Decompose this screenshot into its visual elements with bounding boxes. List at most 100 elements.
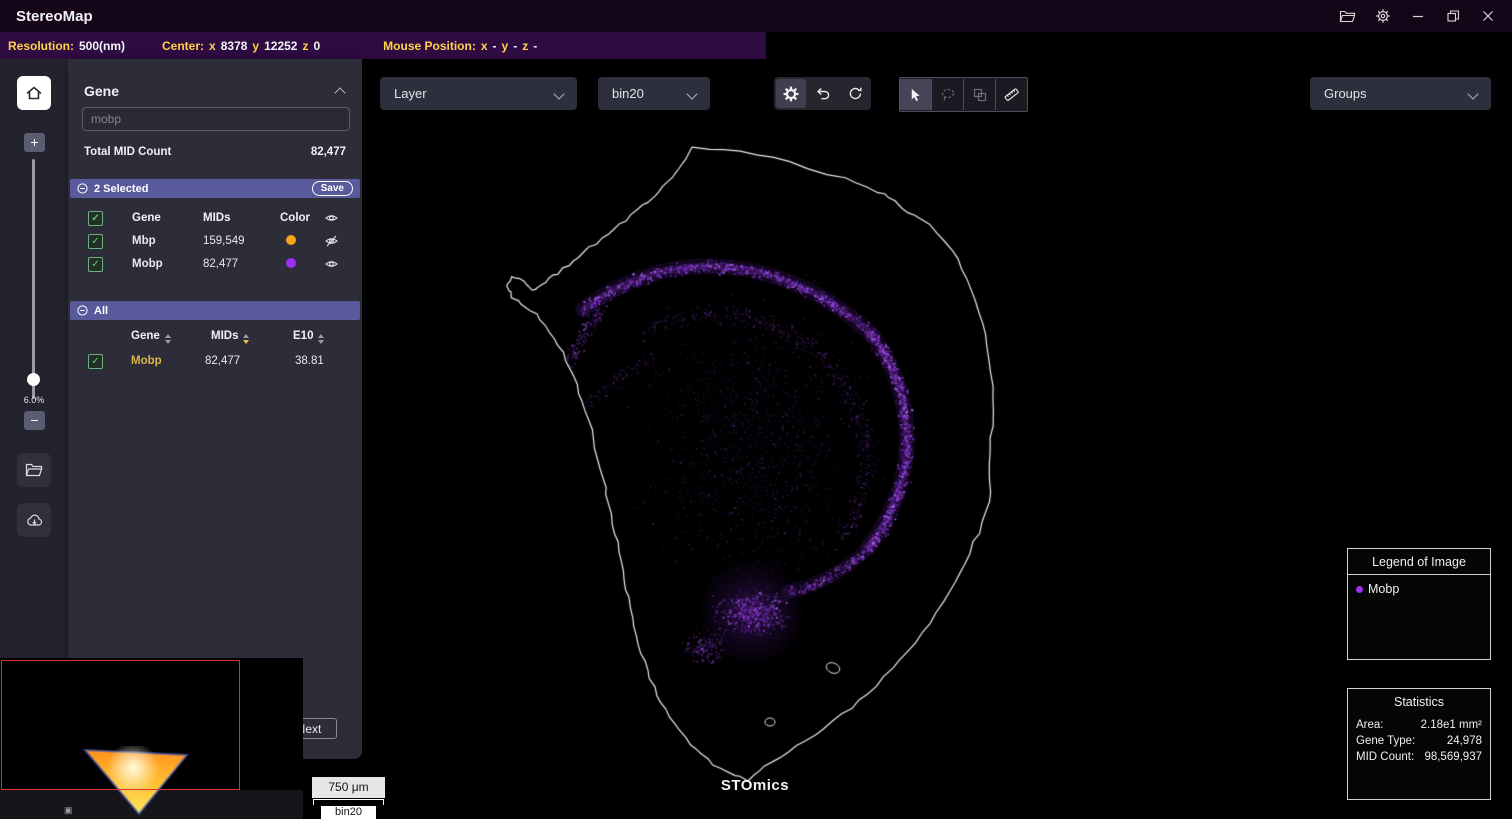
stat-area: Area:2.18e1 mm² <box>1348 717 1490 733</box>
scale-bar-distance: 750 μm <box>312 777 385 798</box>
gene-mids: 82,477 <box>203 258 238 270</box>
eye-icon[interactable] <box>324 257 339 271</box>
title-bar: StereoMap <box>0 0 1512 32</box>
table-row[interactable]: ✓ Mobp 82,477 38.81 <box>68 352 362 372</box>
zoom-in-button[interactable]: + <box>24 133 45 152</box>
minimap-viewport-rect[interactable] <box>1 660 240 790</box>
zoom-slider[interactable] <box>32 159 35 399</box>
window-controls <box>1339 8 1512 25</box>
stat-gene-type: Gene Type:24,978 <box>1348 733 1490 749</box>
resolution-label: Resolution: <box>8 39 74 53</box>
legend-item: Mobp <box>1348 575 1490 596</box>
close-button[interactable] <box>1479 8 1496 25</box>
reset-rotation-button[interactable] <box>841 79 871 108</box>
sort-icons[interactable] <box>318 334 324 344</box>
eye-off-icon[interactable] <box>324 234 339 248</box>
gene-panel-title: Gene <box>84 83 119 99</box>
undo-icon <box>815 85 832 102</box>
selected-section-header[interactable]: 2 Selected Save <box>70 179 360 198</box>
statistics-title: Statistics <box>1348 689 1490 709</box>
gene-name: Mobp <box>131 355 162 367</box>
row-checkbox[interactable]: ✓ <box>88 257 103 272</box>
scale-bar-bin: bin20 <box>321 806 376 819</box>
select-all-checkbox[interactable]: ✓ <box>88 211 103 226</box>
gene-panel: Gene Total MID Count 82,477 2 Selected S… <box>68 59 362 759</box>
home-button[interactable] <box>17 76 51 110</box>
table-row[interactable]: ✓ Mobp 82,477 <box>68 255 362 275</box>
folder-icon <box>25 462 43 478</box>
ruler-tool-button[interactable] <box>995 79 1027 110</box>
pointer-tool-button[interactable] <box>900 79 931 110</box>
stat-mid-count: MID Count:98,569,937 <box>1348 749 1490 765</box>
stereomap-window: StereoMap Resolution: 500(nm) Center: x … <box>0 0 1512 819</box>
col-mids[interactable]: MIDs <box>211 330 249 344</box>
chevron-down-icon <box>1467 88 1478 99</box>
legend-label: Mobp <box>1368 582 1399 596</box>
col-e10[interactable]: E10 <box>293 330 324 344</box>
stomics-watermark: STOmics <box>680 777 830 794</box>
row-checkbox[interactable]: ✓ <box>88 234 103 249</box>
open-folder-icon[interactable] <box>1339 8 1356 25</box>
collapse-section-icon[interactable] <box>77 305 88 316</box>
gene-search-input[interactable] <box>82 107 350 131</box>
total-mid-value: 82,477 <box>311 146 346 158</box>
sort-icons[interactable] <box>243 334 249 344</box>
minimap-corner-icon: ▣ <box>64 805 73 816</box>
scale-bar-tick-left <box>313 799 314 805</box>
open-files-button[interactable] <box>17 453 51 487</box>
row-checkbox[interactable]: ✓ <box>88 354 103 369</box>
save-button[interactable]: Save <box>312 181 353 196</box>
mouse-y-value: - <box>513 39 517 53</box>
gene-color-dot[interactable] <box>286 258 296 268</box>
zoom-slider-thumb[interactable] <box>27 373 40 386</box>
layer-dropdown[interactable]: Layer <box>380 77 577 110</box>
statistics-panel: Statistics Area:2.18e1 mm² Gene Type:24,… <box>1347 688 1491 800</box>
zoom-value: 6.0% <box>0 395 68 405</box>
collapse-panel-icon[interactable] <box>334 87 345 98</box>
restore-button[interactable] <box>1444 8 1461 25</box>
all-section-label: All <box>94 305 108 317</box>
total-mid-label: Total MID Count <box>84 146 171 158</box>
sort-icons[interactable] <box>165 334 171 344</box>
display-settings-button[interactable] <box>776 79 806 108</box>
tissue-viewport[interactable] <box>363 59 1512 819</box>
mouse-y-axis: y <box>502 39 509 53</box>
col-gene[interactable]: Gene <box>131 330 171 344</box>
mouse-position-label: Mouse Position: <box>383 39 476 53</box>
gear-icon <box>782 85 800 103</box>
settings-gear-icon[interactable] <box>1374 8 1391 25</box>
minimap[interactable]: ▣ <box>0 658 303 819</box>
gene-mids: 159,549 <box>203 235 245 247</box>
bin-dropdown[interactable]: bin20 <box>598 77 710 110</box>
gene-name: Mbp <box>132 235 156 247</box>
app-title: StereoMap <box>0 8 93 25</box>
center-label: Center: <box>162 39 204 53</box>
center-x-axis: x <box>209 39 216 53</box>
center-y-axis: y <box>252 39 259 53</box>
visibility-all-icon[interactable] <box>324 211 339 225</box>
gene-name: Mobp <box>132 258 163 270</box>
resolution-value: 500(nm) <box>79 39 125 53</box>
legend-panel: Legend of Image Mobp <box>1347 548 1491 660</box>
lasso-icon <box>940 87 956 103</box>
cursor-icon <box>908 87 923 103</box>
table-row[interactable]: ✓ Mbp 159,549 <box>68 232 362 252</box>
center-z-axis: z <box>302 39 308 53</box>
groups-dropdown[interactable]: Groups <box>1310 77 1491 110</box>
lasso-tool-button[interactable] <box>931 79 963 110</box>
merge-regions-icon <box>972 87 988 103</box>
cloud-download-icon <box>25 512 44 529</box>
chevron-down-icon <box>553 88 564 99</box>
center-y-value: 12252 <box>264 39 297 53</box>
legend-color-dot <box>1356 586 1363 593</box>
merge-tool-button[interactable] <box>963 79 995 110</box>
export-button[interactable] <box>17 503 51 537</box>
all-table-header: Gene MIDs E10 <box>68 327 362 347</box>
gene-color-dot[interactable] <box>286 235 296 245</box>
selected-table-header: ✓ Gene MIDs Color <box>68 209 362 229</box>
zoom-out-button[interactable]: − <box>24 411 45 430</box>
undo-button[interactable] <box>808 79 838 108</box>
all-section-header[interactable]: All <box>70 301 360 320</box>
collapse-section-icon[interactable] <box>77 183 88 194</box>
minimize-button[interactable] <box>1409 8 1426 25</box>
